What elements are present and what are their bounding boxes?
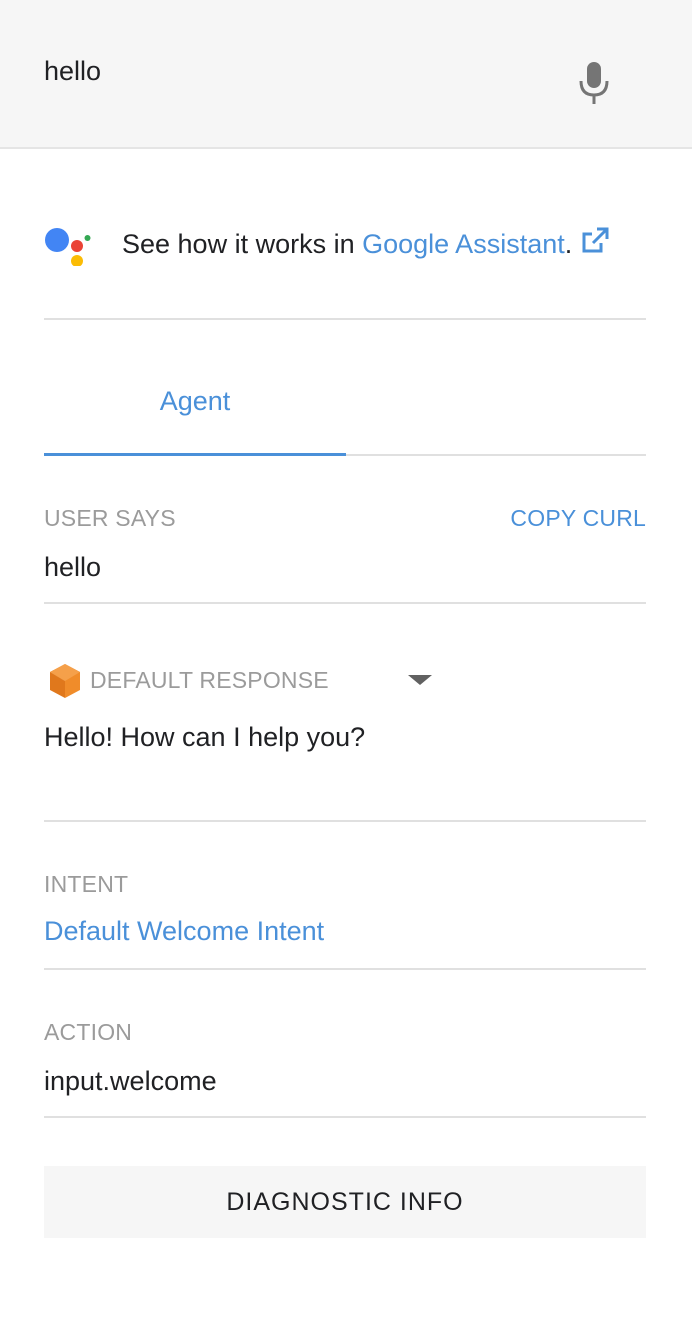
divider [44, 820, 646, 822]
default-response-text: Hello! How can I help you? [44, 722, 366, 752]
default-response-label: DEFAULT RESPONSE [90, 667, 329, 693]
divider [44, 968, 646, 970]
query-bar [0, 0, 692, 149]
user-says-label: USER SAYS [44, 505, 176, 531]
google-assistant-logo [45, 228, 91, 266]
tab-agent[interactable]: Agent [44, 380, 346, 456]
divider [44, 1116, 646, 1118]
action-value: input.welcome [44, 1066, 217, 1096]
action-label: ACTION [44, 1019, 133, 1045]
tab-underline [346, 454, 646, 456]
divider [44, 602, 646, 604]
microphone-icon[interactable] [572, 58, 616, 108]
external-link-icon[interactable] [580, 226, 610, 256]
diagnostic-info-button[interactable]: DIAGNOSTIC INFO [44, 1166, 646, 1238]
user-says-value: hello [44, 552, 102, 582]
google-assistant-link[interactable]: Google Assistant [362, 229, 565, 259]
intent-link[interactable]: Default Welcome Intent [44, 916, 324, 947]
query-input[interactable] [44, 50, 524, 92]
copy-curl-button[interactable]: COPY CURL [510, 505, 646, 532]
intent-label: INTENT [44, 871, 129, 897]
dialogflow-response-icon [50, 664, 80, 698]
assistant-text-prefix: See how it works in [122, 229, 363, 259]
assistant-text: See how it works in Google Assistant. [122, 226, 610, 260]
tab-active-indicator [44, 453, 346, 456]
assistant-text-suffix: . [564, 229, 573, 259]
divider [44, 318, 646, 320]
caret-down-icon[interactable] [404, 668, 436, 692]
assistant-promo: See how it works in Google Assistant. [44, 218, 646, 268]
